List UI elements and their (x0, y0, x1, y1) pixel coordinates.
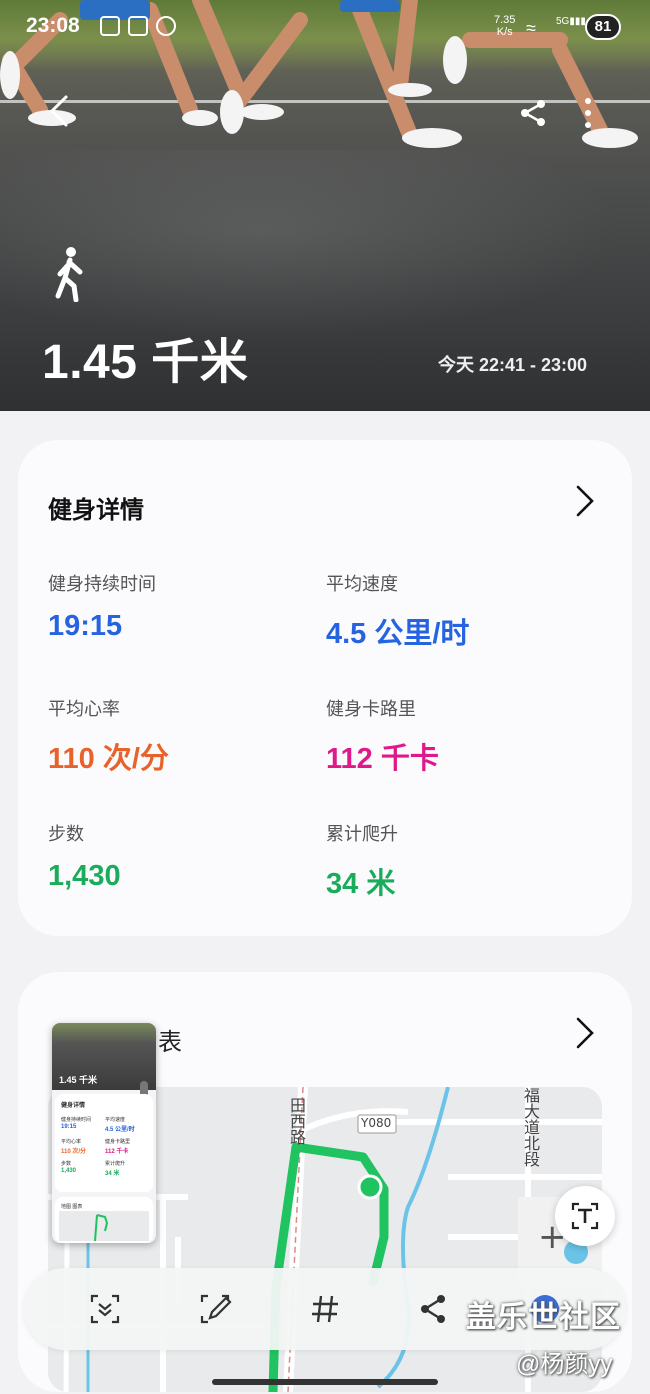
thumbnail-title: 健身详情 (61, 1103, 86, 1109)
workout-details-card[interactable]: 健身详情 健身持续时间 19:15 平均速度 4.5 公里/时 平均心率 110… (18, 440, 632, 936)
stat-label: 平均速度 (326, 574, 398, 594)
thumbnail-row-label: 步数 (61, 1161, 72, 1167)
scan-text-icon (571, 1202, 599, 1230)
watermark-community: 盖乐世社区 (466, 1301, 621, 1334)
hashtag-icon (312, 1295, 338, 1323)
map-card-title-text: 表 (158, 1029, 182, 1056)
stat-value: 34 米 (326, 868, 396, 900)
thumbnail-row-label: 健身持续时间 (61, 1117, 92, 1123)
share-icon (421, 1295, 445, 1323)
thumbnail-row-value: 34 米 (105, 1171, 120, 1177)
back-button[interactable] (44, 93, 74, 129)
stat-label: 平均心率 (48, 699, 120, 719)
share-button[interactable] (518, 98, 548, 128)
hero-banner: 23:08 7.35 K/s ≈ 5G▮▮▮ 81 1.45 千米 今天 22:… (0, 0, 650, 411)
home-indicator[interactable] (212, 1379, 438, 1385)
share-icon (521, 100, 545, 126)
thumbnail-map-title: 地图 图表 (61, 1204, 83, 1210)
app-notification-icon (128, 16, 148, 36)
thumbnail-row-label: 累计爬升 (105, 1161, 126, 1167)
edit-icon (200, 1294, 232, 1324)
workout-time-range: 今天 22:41 - 23:00 (438, 355, 588, 375)
watermark-user: @杨颜yy (516, 1351, 613, 1378)
stat-value: 112 千卡 (326, 743, 439, 775)
stat-label: 步数 (48, 824, 84, 844)
network-speed: 7.35 K/s (494, 14, 516, 38)
card-title: 健身详情 (48, 497, 144, 524)
stat-elevation-gain: 累计爬升 34 米 (326, 820, 398, 902)
thumbnail-row-label: 健身卡路里 (105, 1139, 131, 1145)
thumbnail-row-label: 平均心率 (61, 1139, 82, 1145)
stat-value: 19:15 (48, 610, 123, 642)
extract-text-button[interactable] (555, 1186, 615, 1246)
more-vertical-icon (585, 98, 591, 128)
stat-avg-heart-rate: 平均心率 110 次/分 (48, 695, 169, 777)
thumbnail-row-value: 19:15 (61, 1124, 77, 1130)
stat-duration: 健身持续时间 19:15 (48, 570, 156, 643)
scroll-capture-button[interactable] (86, 1290, 124, 1328)
more-options-button[interactable] (580, 96, 596, 130)
edit-button[interactable] (196, 1290, 234, 1328)
map-card-title: 表 (158, 1022, 182, 1057)
thumbnail-row-value: 112 千卡 (105, 1149, 129, 1155)
thumbnail-details-card: 健身详情 健身持续时间 19:15 平均速度 4.5 公里/时 平均心率 110… (55, 1094, 153, 1192)
screenshot-thumbnail[interactable]: 1.45 千米 健身详情 健身持续时间 19:15 平均速度 4.5 公里/时 … (52, 1023, 156, 1243)
stat-avg-speed: 平均速度 4.5 公里/时 (326, 570, 469, 652)
stat-value: 110 次/分 (48, 743, 169, 775)
thumbnail-row-value: 1,430 (61, 1168, 77, 1174)
thumbnail-row-value: 4.5 公里/时 (105, 1127, 135, 1133)
wifi-icon: ≈ (526, 18, 536, 38)
stat-steps: 步数 1,430 (48, 820, 121, 893)
map-road-label: 福大道北段 (521, 1087, 540, 1167)
workout-distance: 1.45 千米 (42, 336, 249, 389)
map-road-code: Y080 (361, 1116, 392, 1130)
stat-label: 健身持续时间 (48, 574, 156, 594)
tag-button[interactable] (306, 1290, 344, 1328)
stat-value: 1,430 (48, 860, 121, 892)
chevron-right-icon[interactable] (572, 1016, 598, 1050)
chevron-right-icon[interactable] (572, 484, 598, 518)
stat-label: 健身卡路里 (326, 699, 416, 719)
thumbnail-row-value: 110 次/分 (61, 1149, 87, 1155)
status-time: 23:08 (26, 14, 80, 37)
battery-indicator: 81 (585, 14, 621, 40)
thumbnail-map-card: 地图 图表 (55, 1197, 153, 1243)
map-road-label: 田西路 (287, 1097, 306, 1145)
back-arrow-icon (49, 95, 68, 127)
walking-icon (52, 246, 88, 303)
stat-label: 累计爬升 (326, 824, 398, 844)
thumbnail-map (59, 1211, 149, 1241)
notification-icons (100, 16, 176, 36)
signal-icon: 5G▮▮▮ (556, 16, 586, 27)
scroll-capture-icon (90, 1294, 120, 1324)
app-notification-icon (100, 16, 120, 36)
share-screenshot-button[interactable] (414, 1290, 452, 1328)
thumbnail-row-label: 平均速度 (105, 1117, 126, 1123)
weibo-icon (156, 16, 176, 36)
stat-value: 4.5 公里/时 (326, 618, 470, 650)
thumbnail-distance: 1.45 千米 (59, 1075, 98, 1085)
stat-calories: 健身卡路里 112 千卡 (326, 695, 439, 777)
status-bar: 23:08 7.35 K/s ≈ 5G▮▮▮ 81 (0, 12, 650, 44)
